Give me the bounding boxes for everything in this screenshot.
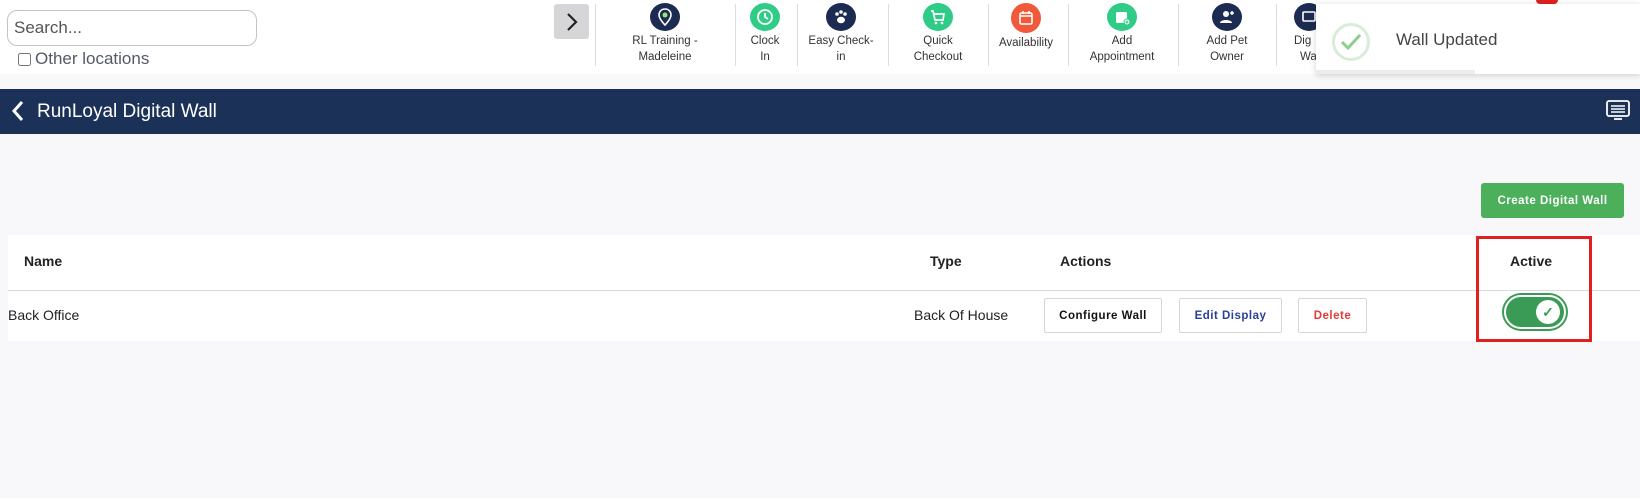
quick-action-clock-in-line2: In [760,51,770,63]
search-input[interactable] [7,10,257,46]
toolbar-separator [888,4,889,66]
quick-action-easy-check-in[interactable]: Easy Check- in [806,3,876,65]
quick-action-quick-checkout[interactable]: Quick Checkout [910,3,966,65]
list-icon [1606,100,1630,120]
toast-notification: Wall Updated [1316,4,1640,74]
next-arrow-button[interactable] [554,4,589,39]
cart-icon [923,3,953,31]
quick-action-add-pet-owner-line1: Add Pet [1206,35,1248,47]
toolbar-separator [1068,4,1069,66]
toolbar-separator [1276,4,1277,66]
row-name: Back Office [8,307,80,323]
row-type: Back Of House [914,307,1009,323]
column-header-type: Type [930,253,962,269]
toast-progress-bar [1316,70,1475,74]
quick-action-availability-line1: Availability [998,37,1054,49]
highlight-annotation [1476,236,1592,342]
create-digital-wall-button[interactable]: Create Digital Wall [1481,183,1624,218]
page-title: RunLoyal Digital Wall [37,101,217,122]
clock-icon [750,3,780,31]
chevron-left-icon [11,101,24,121]
toolbar-separator [735,4,736,66]
quick-action-digital-wall-line1: Dig [1294,35,1312,47]
delete-button[interactable]: Delete [1298,298,1367,333]
list-view-button[interactable] [1606,100,1630,125]
calendar-plus-icon [1107,3,1137,31]
other-locations-label: Other locations [35,49,150,68]
back-button[interactable] [10,99,26,128]
location-pin-icon [650,3,680,31]
quick-action-easy-check-in-line2: in [836,51,846,63]
calendar-icon [1011,3,1041,33]
quick-action-clock-in[interactable]: Clock In [740,3,790,65]
quick-action-clock-in-line1: Clock [750,35,780,47]
quick-action-digital-wall-line2: Wa [1300,51,1317,63]
chevron-right-icon [566,12,578,31]
toolbar-separator [988,4,989,66]
configure-wall-button[interactable]: Configure Wall [1044,298,1162,333]
edit-display-button[interactable]: Edit Display [1179,298,1282,333]
quick-action-availability[interactable]: Availability [996,3,1056,65]
page-header: RunLoyal Digital Wall [0,89,1640,134]
quick-action-quick-checkout-line2: Checkout [913,51,963,63]
toolbar-separator [1178,4,1179,66]
digital-wall-table: Name Type Actions Active Back Office Bac… [8,235,1640,341]
toolbar-separator [595,4,596,66]
quick-action-add-pet-owner[interactable]: Add Pet Owner [1196,3,1258,65]
add-user-icon [1212,3,1242,31]
quick-action-add-pet-owner-line2: Owner [1210,51,1244,63]
column-header-actions: Actions [1060,253,1112,269]
other-locations-check[interactable] [18,52,31,66]
paw-icon [826,3,856,31]
quick-action-location-line2: Madeleine [638,51,692,63]
toast-message: Wall Updated [1396,30,1498,49]
quick-action-easy-check-in-line1: Easy Check- [808,35,874,47]
column-header-name: Name [24,253,63,269]
quick-action-quick-checkout-line1: Quick [923,35,953,47]
quick-action-location[interactable]: RL Training - Madeleine [620,3,710,65]
header-divider [8,290,1640,291]
other-locations-checkbox[interactable]: Other locations [18,49,149,69]
success-check-icon [1332,23,1370,61]
quick-action-add-appointment-line1: Add [1111,35,1133,47]
quick-action-add-appointment-line2: Appointment [1089,51,1155,63]
toolbar-separator [797,4,798,66]
quick-action-add-appointment[interactable]: Add Appointment [1082,3,1162,65]
quick-action-location-line1: RL Training - [632,35,698,47]
